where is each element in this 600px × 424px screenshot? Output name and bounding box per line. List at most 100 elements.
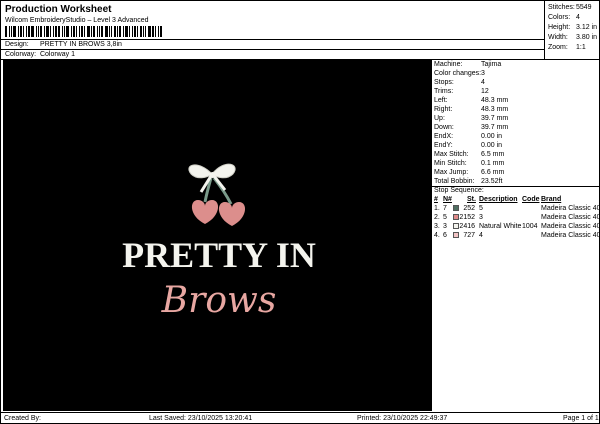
table-row: 3. 3 2416 Natural White 1004 Madeira Classic … xyxy=(434,223,600,232)
barcode-bar xyxy=(76,26,77,37)
barcode-bar xyxy=(91,26,92,37)
barcode-bar xyxy=(36,26,37,37)
detail-value: 3 xyxy=(481,70,485,77)
barcode-bar xyxy=(117,26,118,37)
cell-n: 7 xyxy=(443,205,447,212)
barcode-bar xyxy=(9,26,10,37)
color-swatch xyxy=(453,214,459,220)
barcode-bar xyxy=(148,26,151,37)
cell-brand: Madeira Classic 40 xyxy=(541,205,600,212)
barcode-bar xyxy=(58,26,60,37)
footer: Created By: Last Saved: 23/10/2025 13:20… xyxy=(1,412,600,424)
created-by: Created By: xyxy=(4,415,41,422)
cell-n: 3 xyxy=(443,223,447,230)
detail-value: 0.1 mm xyxy=(481,160,505,167)
detail-label: Right: xyxy=(434,106,453,113)
cell-st: 252 xyxy=(463,205,475,212)
detail-value: 23.52ft xyxy=(481,178,503,185)
barcode-bar xyxy=(134,26,136,37)
barcode-bar xyxy=(101,26,103,37)
detail-value: 48.3 mm xyxy=(481,97,509,104)
barcode-bar xyxy=(84,26,85,37)
stat-row: Width: 3.80 in xyxy=(548,34,598,41)
cell-num: 4. xyxy=(434,232,440,239)
barcode-bar xyxy=(38,26,39,37)
barcode-bar xyxy=(62,26,63,37)
cell-st: 2152 xyxy=(459,214,475,221)
cell-num: 3. xyxy=(434,223,440,230)
cherry-stem-right xyxy=(212,177,233,205)
detail-row: Total Bobbin: 23.52ft xyxy=(434,178,600,185)
barcode-bar xyxy=(119,26,121,37)
details-panel: Machine: Tajima Color changes:3 Stops: 4 Trim… xyxy=(431,60,600,411)
design-value: PRETTY IN BROWS 3,8in xyxy=(39,41,122,48)
barcode-bar xyxy=(53,26,54,37)
barcode xyxy=(5,26,167,37)
barcode-bar xyxy=(105,26,108,37)
barcode-bar xyxy=(23,26,24,37)
color-swatch xyxy=(453,232,459,238)
barcode-bar xyxy=(40,26,42,37)
detail-value: 0.00 in xyxy=(481,142,503,149)
barcode-bar xyxy=(13,26,16,37)
colorway-row: Colorway: Colorway 1 xyxy=(5,51,75,58)
detail-label: Min Stitch: xyxy=(434,160,467,167)
detail-label: EndY: xyxy=(434,142,453,149)
barcode-bar xyxy=(44,26,45,37)
stop-sequence-title: Stop Sequence: xyxy=(434,187,484,194)
barcode-bar xyxy=(114,26,116,37)
cell-n: 6 xyxy=(443,232,447,239)
table-row: 2. 5 2152 3 Madeira Classic 40 xyxy=(434,214,600,223)
stat-row: Stitches:5549 xyxy=(548,4,592,11)
barcode-bar xyxy=(143,26,144,37)
detail-value: 6.6 mm xyxy=(481,169,505,176)
barcode-bar xyxy=(46,26,49,37)
barcode-bar xyxy=(5,26,7,37)
barcode-bar xyxy=(26,26,27,37)
barcode-bar xyxy=(71,26,72,37)
color-swatch xyxy=(453,205,459,211)
embroidery-artwork: PRETTY IN Brows xyxy=(122,163,316,321)
design-stats: Stitches:5549 Colors: 4 Height: 3.12 in Wi… xyxy=(545,1,600,60)
page-number: Page 1 of 1 xyxy=(563,415,599,422)
stop-sequence-header: # N# St. Description Code Brand xyxy=(434,196,562,203)
barcode-bar xyxy=(50,26,51,37)
cell-st: 2416 xyxy=(459,223,475,230)
barcode-bar xyxy=(155,26,156,37)
cell-desc: 4 xyxy=(479,232,483,239)
detail-row: EndX: 0.00 in xyxy=(434,133,600,140)
barcode-bar xyxy=(93,26,95,37)
barcode-bar xyxy=(99,26,100,37)
color-swatch xyxy=(453,223,459,229)
detail-row: Min Stitch: 0.1 mm xyxy=(434,160,600,167)
design-label: Design: xyxy=(5,41,29,48)
cell-desc: 5 xyxy=(479,205,483,212)
barcode-bar xyxy=(55,26,57,37)
detail-value: 12 xyxy=(481,88,489,95)
software-name: Wilcom EmbroideryStudio – Level 3 Advanc… xyxy=(5,17,149,24)
cell-st: 727 xyxy=(463,232,475,239)
detail-label: EndX: xyxy=(434,133,454,140)
detail-row: Max Jump: 6.6 mm xyxy=(434,169,600,176)
artwork-line-2: Brows xyxy=(161,280,277,321)
barcode-bar xyxy=(81,26,83,37)
cell-brand: Madeira Classic 40 xyxy=(541,232,600,239)
barcode-bar xyxy=(129,26,130,37)
barcode-bar xyxy=(20,26,22,37)
barcode-bar xyxy=(109,26,110,37)
cell-brand: Madeira Classic 40 xyxy=(541,214,600,221)
production-worksheet: Production Worksheet Wilcom EmbroiderySt… xyxy=(0,0,600,424)
barcode-bar xyxy=(111,26,112,37)
design-preview: PRETTY IN Brows xyxy=(3,60,431,411)
cell-num: 1. xyxy=(434,205,440,212)
detail-value: 39.7 mm xyxy=(481,115,509,122)
cell-code: 1004 xyxy=(522,223,538,230)
detail-label: Color changes: xyxy=(434,70,482,77)
barcode-bar xyxy=(66,26,69,37)
barcode-bar xyxy=(97,26,98,37)
barcode-bar xyxy=(18,26,19,37)
table-row: 1. 7 252 5 Madeira Classic 40 xyxy=(434,205,600,214)
table-row: 4. 6 727 4 Madeira Classic 40 xyxy=(434,232,600,241)
detail-row: Stops: 4 xyxy=(434,79,600,86)
detail-value: 6.5 mm xyxy=(481,151,505,158)
